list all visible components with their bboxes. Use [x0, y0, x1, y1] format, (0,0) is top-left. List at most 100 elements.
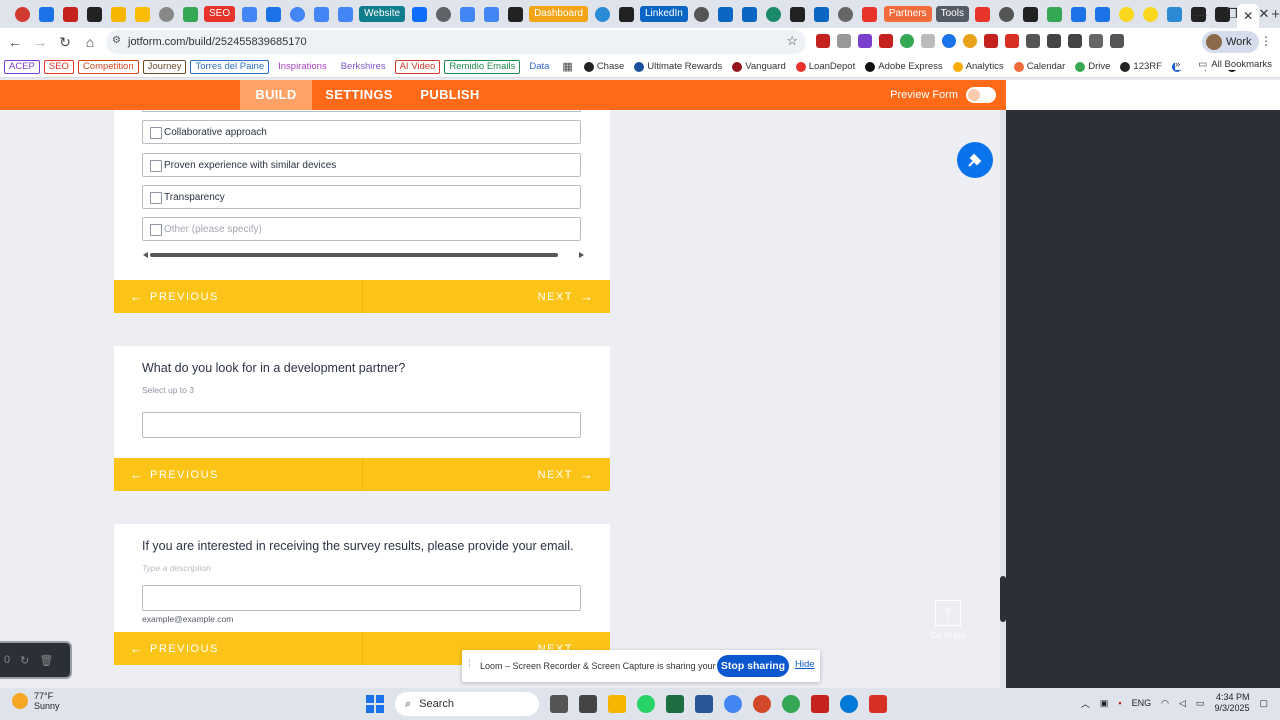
file-explorer-icon[interactable]	[608, 695, 626, 713]
bookmark-berkshires[interactable]: Berkshires	[336, 60, 391, 74]
tab-favicon[interactable]	[134, 6, 150, 22]
language-indicator[interactable]: ENG	[1132, 698, 1152, 708]
back-arrow-icon[interactable]: ←	[3, 30, 27, 54]
minimize-icon[interactable]: —	[1184, 0, 1216, 28]
bookmark-inspirations[interactable]: Inspirations	[273, 60, 332, 74]
horizontal-scrollbar[interactable]	[143, 250, 584, 260]
bookmark-link[interactable]: 123RF	[1117, 61, 1165, 72]
tab-favicon[interactable]	[790, 6, 806, 22]
tab-favicon[interactable]	[435, 6, 451, 22]
tab-favicon[interactable]	[814, 6, 830, 22]
bookmark-link[interactable]: Vanguard	[729, 61, 789, 72]
tab-favicon[interactable]	[289, 6, 305, 22]
forward-arrow-icon[interactable]: →	[28, 30, 52, 54]
bookmark-ai-video[interactable]: AI Video	[394, 59, 441, 74]
question-title[interactable]: If you are interested in receiving the s…	[142, 539, 573, 553]
app-icon[interactable]	[782, 695, 800, 713]
home-icon[interactable]: ⌂	[78, 30, 102, 54]
tab-favicon[interactable]	[265, 6, 281, 22]
tab-favicon[interactable]	[337, 6, 353, 22]
bookmark-data[interactable]: Data	[524, 60, 554, 74]
tab-badge-tools[interactable]: Tools	[935, 6, 969, 22]
powerpoint-icon[interactable]	[753, 695, 771, 713]
tab-settings[interactable]: SETTINGS	[318, 80, 400, 110]
bookmark-link[interactable]: Chase	[581, 61, 627, 72]
previous-button[interactable]: ← PREVIOUS	[130, 467, 219, 482]
tab-favicon[interactable]	[62, 6, 78, 22]
extension-icon[interactable]	[984, 34, 998, 48]
tab-publish[interactable]: PUBLISH	[412, 80, 488, 110]
tab-favicon[interactable]	[459, 6, 475, 22]
menu-kebab-icon[interactable]: ⋮	[1260, 34, 1272, 48]
email-sublabel[interactable]: example@example.com	[142, 614, 233, 624]
whatsapp-icon[interactable]	[637, 695, 655, 713]
description-placeholder[interactable]: Type a description	[142, 563, 211, 573]
stop-sharing-button[interactable]: Stop sharing	[717, 655, 789, 677]
tab-favicon[interactable]	[742, 6, 758, 22]
tab-favicon[interactable]	[1143, 6, 1159, 22]
tab-build[interactable]: BUILD	[240, 80, 312, 110]
translate-icon[interactable]	[1068, 34, 1082, 48]
site-info-icon[interactable]: ⚙	[112, 35, 121, 46]
profile-chip[interactable]: Work	[1202, 31, 1260, 53]
next-button[interactable]: NEXT →	[538, 289, 593, 304]
tab-favicon[interactable]	[766, 6, 782, 22]
tab-favicon[interactable]	[182, 6, 198, 22]
checkbox-option[interactable]: Collaborative approach	[142, 120, 581, 144]
form-designer-button[interactable]	[957, 142, 993, 178]
tab-favicon[interactable]	[1119, 6, 1135, 22]
reload-icon[interactable]: ↻	[53, 30, 77, 54]
tab-favicon[interactable]	[1095, 6, 1111, 22]
email-field[interactable]	[142, 585, 581, 611]
extension-icon[interactable]	[1005, 34, 1019, 48]
side-panel-icon[interactable]	[1110, 34, 1124, 48]
preview-form-toggle[interactable]: Preview Form	[890, 80, 996, 110]
camera-icon[interactable]	[837, 34, 851, 48]
bookmark-link[interactable]: Analytics	[950, 61, 1007, 72]
tab-favicon[interactable]	[411, 6, 427, 22]
tab-favicon[interactable]	[618, 6, 634, 22]
restore-icon[interactable]: ❐	[1216, 0, 1248, 28]
edge-icon[interactable]	[840, 695, 858, 713]
weather-widget[interactable]: 77°F Sunny	[12, 691, 60, 711]
clock[interactable]: 4:34 PM 9/3/2025	[1214, 692, 1249, 714]
checkbox-option-other[interactable]: Other (please specify)	[142, 217, 581, 241]
next-button[interactable]: NEXT →	[538, 467, 593, 482]
checkbox-option[interactable]: Transparency	[142, 185, 581, 209]
wifi-icon[interactable]: ◠	[1161, 698, 1169, 709]
loom-control-widget[interactable]: 0 ↻ 🗑	[0, 641, 72, 679]
previous-button[interactable]: ← PREVIOUS	[130, 641, 219, 656]
tab-favicon[interactable]	[86, 6, 102, 22]
tab-favicon[interactable]	[694, 6, 710, 22]
all-bookmarks[interactable]: » ▭ All Bookmarks	[1175, 59, 1272, 70]
hide-link[interactable]: Hide	[795, 659, 815, 670]
question-subtitle[interactable]: Select up to 3	[142, 385, 194, 395]
drag-handle-icon[interactable]: ⁞	[468, 659, 471, 670]
previous-button[interactable]: ← PREVIOUS	[130, 289, 219, 304]
restart-icon[interactable]: ↻	[20, 654, 29, 667]
apps-grid-icon[interactable]: ▦	[562, 60, 572, 73]
tab-favicon[interactable]	[1167, 6, 1183, 22]
notification-icon[interactable]: ▢	[1259, 698, 1268, 709]
bookmark-star-icon[interactable]: ☆	[786, 33, 798, 49]
tab-favicon[interactable]	[38, 6, 54, 22]
bookmark-journey[interactable]: Journey	[142, 59, 187, 74]
taskbar-search[interactable]: ⌕ Search	[395, 692, 539, 716]
bookmark-competition[interactable]: Competition	[77, 59, 139, 74]
tab-favicon[interactable]	[975, 6, 991, 22]
bookmark-link[interactable]: Drive	[1072, 61, 1113, 72]
question-title[interactable]: What do you look for in a development pa…	[142, 361, 405, 375]
app-icon[interactable]	[869, 695, 887, 713]
tab-favicon[interactable]	[1023, 6, 1039, 22]
tab-favicon[interactable]	[718, 6, 734, 22]
task-view-icon[interactable]	[550, 695, 568, 713]
chevron-up-icon[interactable]: ︿	[1081, 697, 1090, 710]
tab-favicon[interactable]	[862, 6, 878, 22]
tab-favicon[interactable]	[158, 6, 174, 22]
tab-favicon[interactable]	[838, 6, 854, 22]
tab-favicon[interactable]	[241, 6, 257, 22]
bookmark-torres-del-paine[interactable]: Torres del Paine	[190, 59, 270, 74]
window-close-icon[interactable]: ✕	[1248, 0, 1280, 28]
tab-badge-website[interactable]: Website	[359, 6, 406, 22]
tab-favicon[interactable]	[594, 6, 610, 22]
